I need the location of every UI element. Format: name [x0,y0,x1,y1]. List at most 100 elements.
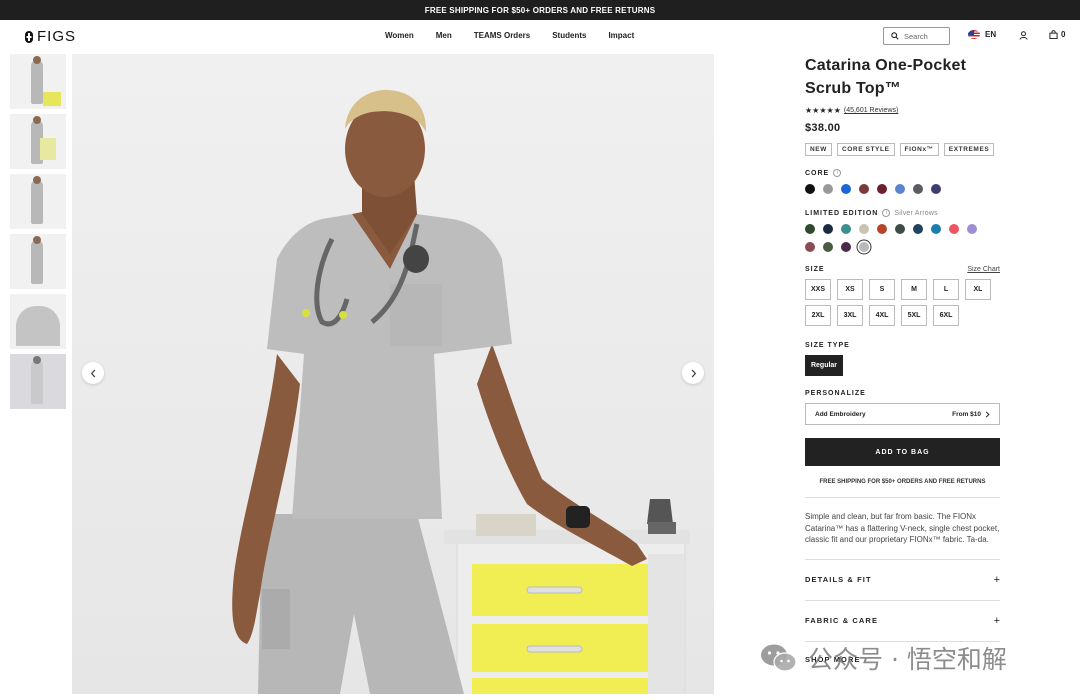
personalize-label: PERSONALIZE [805,390,866,397]
limited-color-swatch[interactable] [841,224,851,234]
thumbnail-head [33,236,41,244]
thumbnail-figure [31,180,43,224]
chevron-right-icon [985,411,990,417]
next-image-button[interactable] [682,362,704,384]
chevron-left-icon [90,368,95,378]
account-icon[interactable] [1019,31,1028,40]
logo-text: FIGS [37,28,77,45]
thumbnail-list [10,54,66,414]
limited-color-swatch[interactable] [895,224,905,234]
add-to-bag-button[interactable]: ADD TO BAG [805,438,1000,466]
nav-men[interactable]: Men [436,31,452,40]
nav-students[interactable]: Students [552,31,586,40]
size-option-l[interactable]: L [933,279,959,300]
model-illustration [72,54,714,694]
core-color-swatch[interactable] [877,184,887,194]
thumbnail-figure [31,60,43,104]
product-info-panel: Catarina One-Pocket Scrub Top™ ★★★★★ (45… [805,54,1000,678]
size-option-xs[interactable]: XS [837,279,863,300]
thumbnail-1[interactable] [10,54,66,109]
size-option-s[interactable]: S [869,279,895,300]
promo-text: FREE SHIPPING FOR $50+ ORDERS AND FREE R… [424,5,656,15]
add-embroidery-button[interactable]: Add Embroidery From $10 [805,403,1000,425]
watermark: 公众号 · 悟空和解 [760,640,1007,676]
size-option-m[interactable]: M [901,279,927,300]
core-color-swatches [805,184,985,194]
thumbnail-6[interactable] [10,354,66,409]
plus-icon: + [993,573,1000,586]
size-option-5xl[interactable]: 5XL [901,305,927,326]
size-chart-link[interactable]: Size Chart [967,266,1000,273]
nav-women[interactable]: Women [385,31,414,40]
nav-impact[interactable]: Impact [608,31,634,40]
shopping-bag-button[interactable]: 0 [1049,30,1065,39]
limited-color-swatch[interactable] [931,224,941,234]
chevron-right-icon [691,368,696,378]
size-type-label: SIZE TYPE [805,342,850,349]
tag-list: NEW CORE STYLE FIONx™ EXTREMES [805,143,1000,156]
thumbnail-4[interactable] [10,234,66,289]
size-type-regular-button[interactable]: Regular [805,355,843,376]
core-color-swatch[interactable] [823,184,833,194]
tag-new: NEW [805,143,832,156]
thumbnail-3[interactable] [10,174,66,229]
embroidery-label: Add Embroidery [815,410,866,418]
size-option-6xl[interactable]: 6XL [933,305,959,326]
core-color-swatch[interactable] [841,184,851,194]
limited-color-swatch[interactable] [913,224,923,234]
main-nav: Women Men TEAMS Orders Students Impact [385,31,656,40]
size-options: XXS XS S M L XL 2XL 3XL 4XL 5XL 6XL [805,279,1000,326]
size-option-xl[interactable]: XL [965,279,991,300]
shipping-note: FREE SHIPPING FOR $50+ ORDERS AND FREE R… [819,479,986,485]
core-color-swatch[interactable] [859,184,869,194]
thumbnail-cart [43,92,61,106]
core-color-swatch[interactable] [805,184,815,194]
limited-color-swatch[interactable] [859,224,869,234]
nav-teams-orders[interactable]: TEAMS Orders [474,31,530,40]
thumbnail-5[interactable] [10,294,66,349]
star-rating-icon: ★★★★★ [805,106,841,115]
limited-color-swatch[interactable] [841,242,851,252]
size-option-4xl[interactable]: 4XL [869,305,895,326]
bag-icon [1049,30,1058,39]
core-color-swatch[interactable] [931,184,941,194]
limited-color-swatch[interactable] [823,224,833,234]
tag-extremes: EXTREMES [943,143,995,156]
reviews-link[interactable]: (45,601 Reviews) [844,107,898,114]
accordion-details-fit[interactable]: DETAILS & FIT + [805,560,1000,600]
logo[interactable]: FIGS [24,28,76,45]
limited-color-swatch[interactable] [877,224,887,234]
selected-color-name: Silver Arrows [894,209,938,217]
limited-color-swatches [805,224,985,252]
promo-banner: FREE SHIPPING FOR $50+ ORDERS AND FREE R… [0,0,1080,20]
thumbnail-head [33,356,41,364]
core-color-swatch[interactable] [895,184,905,194]
embroidery-price-group: From $10 [952,411,990,418]
info-icon[interactable]: i [882,209,891,217]
thumbnail-figure [31,240,43,284]
thumbnail-2[interactable] [10,114,66,169]
price: $38.00 [805,122,841,134]
core-color-swatch[interactable] [913,184,923,194]
limited-color-swatch[interactable] [805,224,815,234]
embroidery-price: From $10 [952,410,981,418]
size-option-xxs[interactable]: XXS [805,279,831,300]
size-option-3xl[interactable]: 3XL [837,305,863,326]
limited-color-swatch[interactable] [805,242,815,252]
size-header: SIZE Size Chart [805,266,1000,273]
info-icon[interactable]: i [833,169,842,177]
prev-image-button[interactable] [82,362,104,384]
wechat-icon [761,644,797,672]
size-label: SIZE [805,266,825,273]
product-title: Catarina One-Pocket Scrub Top™ [805,57,967,97]
limited-color-swatch[interactable] [859,242,869,252]
thumbnail-closeup [16,306,60,346]
limited-color-swatch[interactable] [823,242,833,252]
search-input[interactable]: Search [883,27,950,45]
size-option-2xl[interactable]: 2XL [805,305,831,326]
site-header: FIGS Women Men TEAMS Orders Students Imp… [0,20,1080,53]
language-selector[interactable]: EN [968,30,996,39]
accordion-fabric-care[interactable]: FABRIC & CARE + [805,601,1000,641]
limited-color-swatch[interactable] [949,224,959,234]
limited-color-swatch[interactable] [967,224,977,234]
